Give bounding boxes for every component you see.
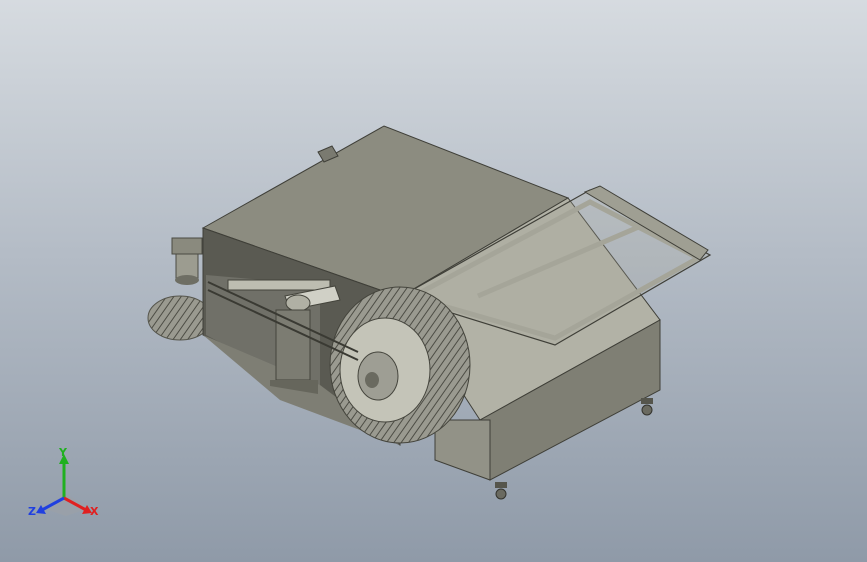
side-brush [147,237,213,341]
orientation-triad: Y X Z [28,446,99,518]
sweeper-machine-model[interactable] [0,0,867,562]
caster-wheel-front [495,482,507,500]
cad-viewport[interactable]: Y X Z [0,0,867,562]
main-roller-brush [329,286,471,444]
triad-z-label: Z [28,505,36,518]
triad-y-label: Y [58,446,68,459]
triad-x-label: X [90,505,99,518]
caster-wheel-rear [641,398,653,416]
rear-box-front [434,419,491,481]
